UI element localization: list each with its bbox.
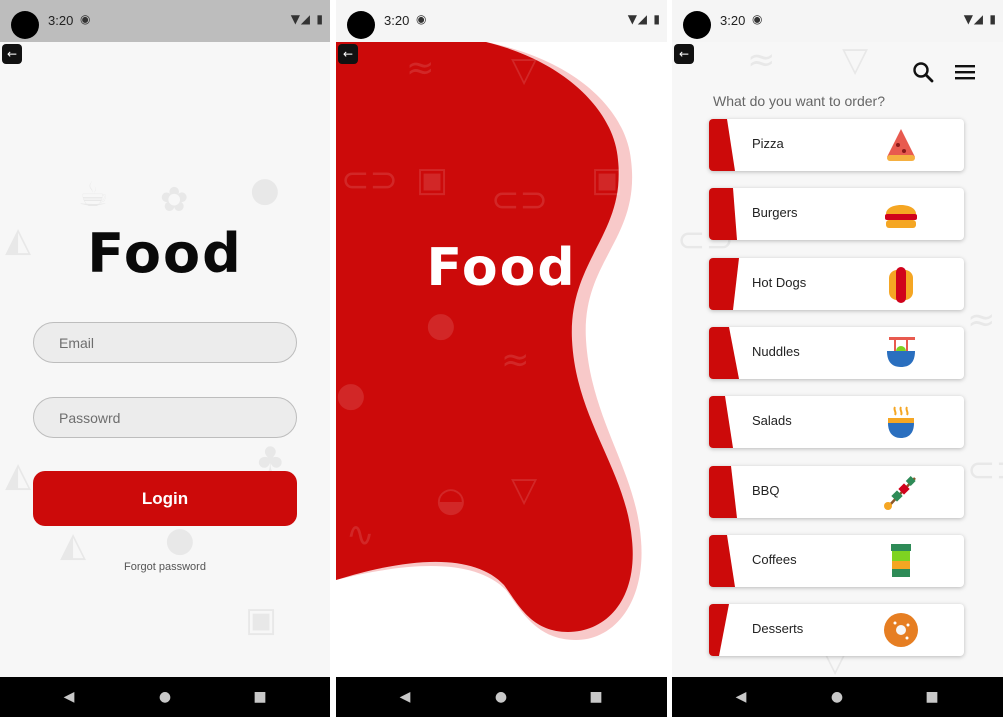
card-red-stripe xyxy=(709,119,735,171)
bacon-doodle-icon-2: ≈ xyxy=(967,300,996,340)
category-card-desserts[interactable]: Desserts xyxy=(709,604,964,657)
nav-back-icon[interactable]: ◀ xyxy=(729,685,753,709)
salad-icon xyxy=(888,406,914,439)
hamburger-menu-icon[interactable] xyxy=(953,62,977,82)
login-button[interactable]: Login xyxy=(33,471,297,526)
pizza-icon xyxy=(887,129,915,161)
navigation-bar: ◀ ● ■ xyxy=(0,677,330,717)
status-time: 3:20 xyxy=(720,13,746,28)
app-logo: Food xyxy=(87,222,243,285)
category-card-pizza[interactable]: Pizza xyxy=(709,119,964,171)
signal-icon: ◢ xyxy=(300,12,310,26)
card-red-stripe xyxy=(709,257,739,310)
nav-home-icon[interactable]: ● xyxy=(153,685,177,709)
card-red-stripe xyxy=(709,326,739,379)
category-label: Pizza xyxy=(752,136,784,151)
category-card-nuddles[interactable]: Nuddles xyxy=(709,326,964,379)
card-red-stripe xyxy=(709,604,729,657)
navigation-bar: ◀ ● ■ xyxy=(336,677,667,717)
cookie-doodle-icon: ● xyxy=(165,520,195,560)
slice-doodle-icon: ◭ xyxy=(5,455,32,495)
splash-screen: 3:20 ◉ ▼ ◢ ▮ ← ≈ ▽ ⊂⊃ ▣ ⊂⊃ ▣ ● ≈ ● ◒ ▽ ∿… xyxy=(336,0,667,717)
nav-recents-icon[interactable]: ■ xyxy=(248,685,272,709)
category-label: Desserts xyxy=(752,621,804,637)
nav-recents-icon[interactable]: ■ xyxy=(920,685,944,709)
category-label: BBQ xyxy=(752,482,780,498)
burger-doodle-icon: ● xyxy=(250,170,280,210)
bacon-doodle-icon: ≈ xyxy=(747,40,776,80)
bacon-doodle-icon: ≈ xyxy=(406,48,435,88)
navigation-bar: ◀ ● ■ xyxy=(672,677,1003,717)
cup-doodle-icon-2: ▣ xyxy=(245,600,278,640)
category-card-burgers[interactable]: Burgers xyxy=(709,188,964,241)
pizza-doodle-icon-2: ◭ xyxy=(60,525,87,565)
battery-icon: ▮ xyxy=(989,12,996,26)
app-logo: Food xyxy=(426,238,577,298)
hotdog-doodle-icon-2: ⊂⊃ xyxy=(491,180,548,220)
menu-screen: 3:20 ◉ ▼ ◢ ▮ ← ≈ ▽ ⊂⊃ ≈ ⊂⊃ ▽ What do you… xyxy=(672,0,1003,717)
wifi-icon: ▼ xyxy=(290,12,300,26)
back-arrow-icon[interactable]: ← xyxy=(338,44,358,64)
coffee-icon xyxy=(891,543,911,577)
icecream-doodle-icon-2: ▽ xyxy=(511,470,538,510)
battery-icon: ▮ xyxy=(316,12,323,26)
icecream-doodle-icon: ▽ xyxy=(842,40,869,80)
nav-home-icon[interactable]: ● xyxy=(825,685,849,709)
password-field[interactable] xyxy=(33,397,297,438)
category-label: Burgers xyxy=(752,205,798,221)
cookie-doodle-icon: ● xyxy=(426,305,456,345)
candy-doodle-icon: ∿ xyxy=(346,515,375,555)
hotdog-icon xyxy=(889,266,913,303)
nav-recents-icon[interactable]: ■ xyxy=(584,685,608,709)
wifi-icon: ▼ xyxy=(963,12,973,26)
drink-doodle-icon: ▣ xyxy=(416,160,449,200)
camera-cutout xyxy=(683,11,711,39)
category-card-hot-dogs[interactable]: Hot Dogs xyxy=(709,257,964,310)
bacon-doodle-icon-2: ≈ xyxy=(501,340,530,380)
category-card-coffees[interactable]: Coffees xyxy=(709,534,964,587)
status-bar: 3:20 ◉ ▼ ◢ ▮ xyxy=(672,0,1003,42)
notification-icon: ◉ xyxy=(80,12,91,26)
category-card-salads[interactable]: Salads xyxy=(709,396,964,449)
category-label: Coffees xyxy=(752,551,797,567)
burger-icon xyxy=(885,205,917,229)
back-arrow-icon[interactable]: ← xyxy=(2,44,22,64)
forgot-password-link[interactable]: Forgot password xyxy=(0,561,330,573)
cookie-doodle-icon-2: ● xyxy=(336,375,366,415)
card-red-stripe xyxy=(709,534,735,587)
notification-icon: ◉ xyxy=(752,12,763,26)
status-time: 3:20 xyxy=(48,13,74,28)
card-red-stripe xyxy=(709,465,737,518)
bbq-icon xyxy=(884,475,916,510)
cup-doodle-icon: ▣ xyxy=(591,160,624,200)
card-red-stripe xyxy=(709,396,733,449)
email-field[interactable] xyxy=(33,322,297,363)
card-red-stripe xyxy=(709,188,737,241)
category-card-bbq[interactable]: BBQ xyxy=(709,465,964,518)
category-label: Salads xyxy=(752,413,792,429)
burger-doodle-icon: ◒ xyxy=(436,480,466,520)
back-arrow-icon[interactable]: ← xyxy=(674,44,694,64)
nav-back-icon[interactable]: ◀ xyxy=(57,685,81,709)
drink-doodle-icon: ✿ xyxy=(160,180,189,220)
order-question-heading: What do you want to order? xyxy=(713,93,885,109)
search-icon[interactable] xyxy=(911,60,935,84)
nav-back-icon[interactable]: ◀ xyxy=(393,685,417,709)
category-label: Hot Dogs xyxy=(752,274,807,290)
icecream-doodle-icon: ▽ xyxy=(511,50,538,90)
login-screen: 3:20 ◉ ▼ ◢ ▮ ← ☕ ● ◭ ✿ ◭ ● ▣ ◭ ♣ Food Lo… xyxy=(0,0,330,717)
nav-home-icon[interactable]: ● xyxy=(489,685,513,709)
hotdog-doodle-icon: ⊂⊃ xyxy=(341,160,398,200)
red-blob-shape xyxy=(336,42,642,640)
hotdog-doodle-icon-2: ⊂⊃ xyxy=(967,450,1003,490)
signal-icon: ◢ xyxy=(973,12,983,26)
camera-cutout xyxy=(11,11,39,39)
category-label: Nuddles xyxy=(752,343,800,359)
status-bar: 3:20 ◉ ▼ ◢ ▮ xyxy=(0,0,330,42)
cup-doodle-icon: ☕ xyxy=(78,175,109,215)
noodles-icon xyxy=(887,336,915,367)
donut-icon xyxy=(884,613,918,648)
